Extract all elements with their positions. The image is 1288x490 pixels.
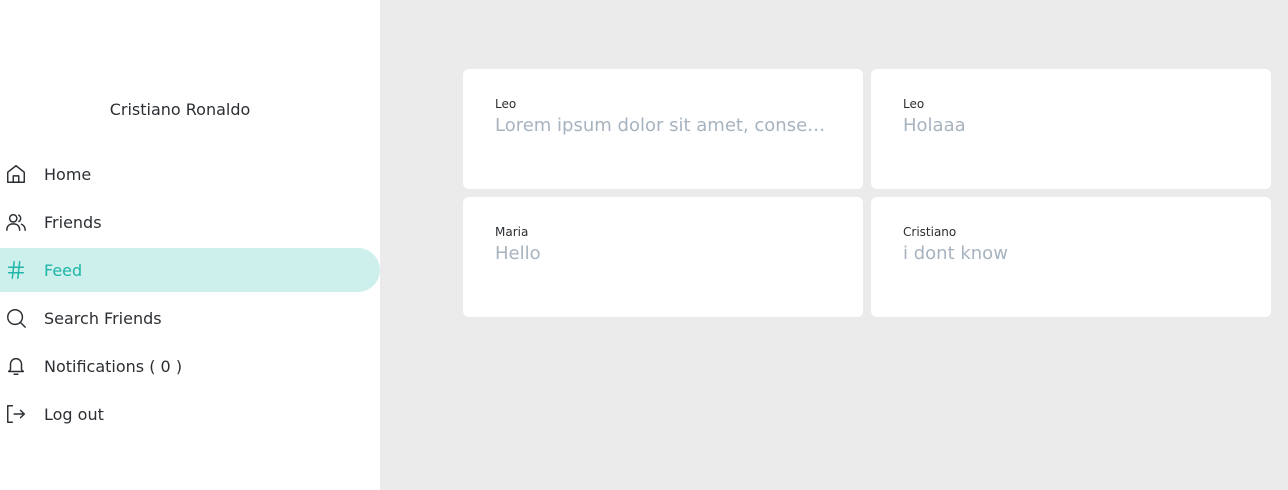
post-card[interactable]: Leo Lorem ipsum dolor sit amet, consecte… [463, 69, 863, 189]
bell-icon [4, 354, 28, 378]
post-text: Holaaa [903, 115, 966, 136]
sidebar-item-notifications[interactable]: Notifications ( 0 ) [0, 344, 380, 388]
search-icon [4, 306, 28, 330]
home-icon [4, 162, 28, 186]
sidebar-item-home[interactable]: Home [0, 152, 380, 196]
sidebar-item-label: Feed [44, 260, 83, 280]
sidebar-nav: Home Friends Feed Search Friends Notific… [0, 152, 380, 440]
sidebar-item-label: Home [44, 164, 92, 184]
friends-icon [4, 210, 28, 234]
post-card[interactable]: Leo Holaaa [871, 69, 1271, 189]
sidebar-item-label: Notifications ( 0 ) [44, 356, 183, 376]
post-author: Leo [495, 97, 517, 111]
post-text: Lorem ipsum dolor sit amet, consectetur … [495, 115, 831, 136]
post-author: Cristiano [903, 225, 957, 239]
logout-icon [4, 402, 28, 426]
sidebar-item-label: Search Friends [44, 308, 162, 328]
post-text: i dont know [903, 243, 1008, 264]
post-grid: Leo Lorem ipsum dolor sit amet, consecte… [463, 69, 1271, 317]
sidebar-item-label: Friends [44, 212, 102, 232]
post-author: Maria [495, 225, 529, 239]
sidebar-item-search-friends[interactable]: Search Friends [0, 296, 380, 340]
hash-icon [4, 258, 28, 282]
feed-area: Leo Lorem ipsum dolor sit amet, consecte… [380, 0, 1288, 490]
sidebar-item-logout[interactable]: Log out [0, 392, 380, 436]
app: Cristiano Ronaldo Home Friends Feed Sear… [0, 0, 1288, 490]
sidebar: Cristiano Ronaldo Home Friends Feed Sear… [0, 0, 380, 490]
post-card[interactable]: Cristiano i dont know [871, 197, 1271, 317]
post-card[interactable]: Maria Hello [463, 197, 863, 317]
user-name: Cristiano Ronaldo [109, 100, 251, 119]
post-text: Hello [495, 243, 541, 264]
post-author: Leo [903, 97, 925, 111]
sidebar-item-label: Log out [44, 404, 104, 424]
sidebar-item-friends[interactable]: Friends [0, 200, 380, 244]
sidebar-item-feed[interactable]: Feed [0, 248, 380, 292]
